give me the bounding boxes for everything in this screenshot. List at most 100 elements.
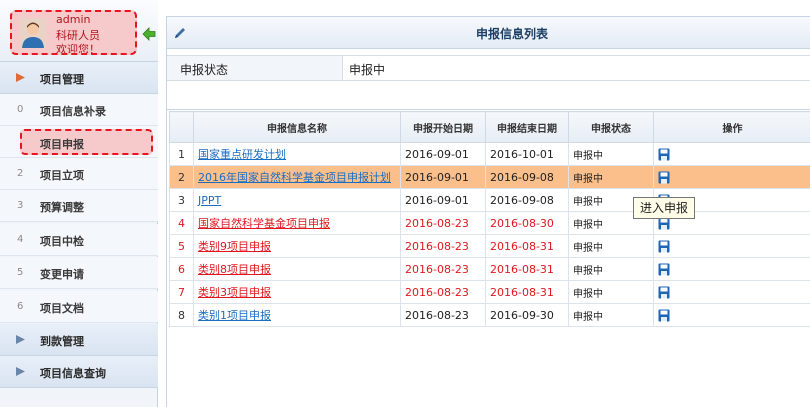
- table-row[interactable]: 1 国家重点研发计划 2016-09-01 2016-10-01 申报中: [169, 142, 810, 166]
- sidebar-item-project-docs[interactable]: 6 项目文档: [0, 291, 158, 323]
- row-name-cell: 类别8项目申报: [193, 257, 401, 281]
- sidebar-item-label: 项目中检: [40, 235, 84, 248]
- column-header-action: 操作: [653, 111, 810, 143]
- row-index: 1: [169, 142, 194, 166]
- declaration-link[interactable]: 类别3项目申报: [198, 286, 271, 299]
- column-header-status[interactable]: 申报状态: [568, 111, 654, 143]
- row-action-cell: [653, 234, 810, 258]
- row-name-cell: 类别1项目申报: [193, 303, 401, 327]
- sidebar-item-label: 项目文档: [40, 302, 84, 315]
- declaration-table: 申报信息名称 申报开始日期 申报结束日期 申报状态 操作 1 国家重点研发计划 …: [169, 111, 810, 327]
- column-header-name[interactable]: 申报信息名称: [193, 111, 401, 143]
- row-action-cell: [653, 142, 810, 166]
- save-icon[interactable]: [658, 240, 670, 253]
- row-index: 2: [169, 165, 194, 189]
- row-name-cell: 2016年国家自然科学基金项目申报计划: [193, 165, 401, 189]
- user-welcome: 欢迎您！: [56, 43, 100, 53]
- row-status: 申报中: [568, 280, 654, 304]
- sidebar-item-number: 0: [17, 104, 24, 115]
- declaration-link[interactable]: JPPT: [198, 194, 221, 207]
- row-status: 申报中: [568, 234, 654, 258]
- row-name-cell: 类别9项目申报: [193, 234, 401, 258]
- row-start-date: 2016-08-23: [400, 234, 486, 258]
- filter-row: 申报状态 申报中: [167, 55, 810, 81]
- save-icon[interactable]: [658, 263, 670, 276]
- sidebar-item-number: 6: [17, 301, 24, 312]
- sidebar-item-change-request[interactable]: 5 变更申请: [0, 257, 158, 289]
- main-panel: 申报信息列表 申报状态 申报中 申报信息名称 申报开始日期 申报结束日期 申报状…: [166, 16, 810, 407]
- user-avatar-icon: [20, 18, 46, 48]
- row-name-cell: 类别3项目申报: [193, 280, 401, 304]
- table-row[interactable]: 8 类别1项目申报 2016-08-23 2016-09-30 申报中: [169, 303, 810, 327]
- sidebar-item-label: 变更申请: [40, 268, 84, 281]
- row-start-date: 2016-08-23: [400, 257, 486, 281]
- user-name: admin: [56, 13, 91, 26]
- table-row[interactable]: 6 类别8项目申报 2016-08-23 2016-08-31 申报中: [169, 257, 810, 281]
- table-row[interactable]: 7 类别3项目申报 2016-08-23 2016-08-31 申报中: [169, 280, 810, 304]
- arrow-right-icon: [16, 73, 25, 82]
- arrow-right-icon: [16, 335, 25, 344]
- row-end-date: 2016-10-01: [485, 142, 569, 166]
- declaration-link[interactable]: 类别8项目申报: [198, 263, 271, 276]
- declaration-link[interactable]: 2016年国家自然科学基金项目申报计划: [198, 171, 391, 184]
- table-header-row: 申报信息名称 申报开始日期 申报结束日期 申报状态 操作: [169, 111, 810, 143]
- save-icon[interactable]: [658, 286, 670, 299]
- sidebar-item-number: 5: [17, 267, 24, 278]
- row-status: 申报中: [568, 142, 654, 166]
- sidebar-item-label: 项目信息补录: [40, 105, 106, 118]
- row-index: 6: [169, 257, 194, 281]
- page-title: 申报信息列表: [475, 27, 548, 41]
- row-start-date: 2016-09-01: [400, 188, 486, 212]
- column-header-start-date[interactable]: 申报开始日期: [400, 111, 486, 143]
- declaration-link[interactable]: 国家自然科学基金项目申报: [198, 217, 330, 230]
- sidebar: admin 科研人员 欢迎您！ 项目管理 0 项目信息补录 项目申报 2 项目立…: [0, 0, 158, 407]
- column-header-end-date[interactable]: 申报结束日期: [485, 111, 569, 143]
- status-filter-field[interactable]: 申报中: [342, 56, 810, 80]
- row-name-cell: JPPT: [193, 188, 401, 212]
- save-icon[interactable]: [658, 148, 670, 161]
- divider: [167, 109, 810, 110]
- save-icon[interactable]: [658, 171, 670, 184]
- sidebar-group-info-query[interactable]: 项目信息查询: [0, 356, 158, 388]
- row-start-date: 2016-08-23: [400, 211, 486, 235]
- sidebar-group-payment-management[interactable]: 到款管理: [0, 324, 158, 356]
- sidebar-item-budget-adjust[interactable]: 3 预算调整: [0, 190, 158, 222]
- row-end-date: 2016-08-31: [485, 257, 569, 281]
- row-index: 7: [169, 280, 194, 304]
- filter-label: 申报状态: [180, 63, 229, 77]
- sidebar-item-number: 3: [17, 200, 24, 211]
- row-index: 8: [169, 303, 194, 327]
- row-start-date: 2016-08-23: [400, 280, 486, 304]
- sidebar-group-project-management[interactable]: 项目管理: [0, 62, 158, 94]
- sidebar-group-label: 项目管理: [40, 73, 84, 86]
- row-end-date: 2016-08-30: [485, 211, 569, 235]
- sidebar-item-project-declaration[interactable]: 项目申报: [20, 129, 153, 155]
- row-end-date: 2016-09-08: [485, 188, 569, 212]
- row-name-cell: 国家重点研发计划: [193, 142, 401, 166]
- tooltip-enter-declaration: 进入申报: [633, 197, 695, 219]
- arrow-left-icon[interactable]: [142, 27, 156, 41]
- row-action-cell: [653, 165, 810, 189]
- sidebar-item-info-supplement[interactable]: 0 项目信息补录: [0, 94, 158, 126]
- sidebar-item-label: 项目立项: [40, 169, 84, 182]
- table-row[interactable]: 3 JPPT 2016-09-01 2016-09-08 申报中: [169, 188, 810, 212]
- row-name-cell: 国家自然科学基金项目申报: [193, 211, 401, 235]
- table-row[interactable]: 4 国家自然科学基金项目申报 2016-08-23 2016-08-30 申报中: [169, 211, 810, 235]
- sidebar-group-label: 项目信息查询: [40, 367, 106, 380]
- user-card: admin 科研人员 欢迎您！: [10, 10, 137, 55]
- save-icon[interactable]: [658, 309, 670, 322]
- row-end-date: 2016-09-08: [485, 165, 569, 189]
- arrow-right-icon: [16, 367, 25, 376]
- row-end-date: 2016-08-31: [485, 234, 569, 258]
- user-box: admin 科研人员 欢迎您！: [0, 0, 158, 62]
- table-row[interactable]: 5 类别9项目申报 2016-08-23 2016-08-31 申报中: [169, 234, 810, 258]
- sidebar-item-project-approval[interactable]: 2 项目立项: [0, 158, 158, 190]
- sidebar-item-midterm-check[interactable]: 4 项目中检: [0, 224, 158, 256]
- row-action-cell: [653, 303, 810, 327]
- declaration-link[interactable]: 国家重点研发计划: [198, 148, 286, 161]
- row-start-date: 2016-09-01: [400, 165, 486, 189]
- declaration-link[interactable]: 类别1项目申报: [198, 309, 271, 322]
- declaration-link[interactable]: 类别9项目申报: [198, 240, 271, 253]
- table-row[interactable]: 2 2016年国家自然科学基金项目申报计划 2016-09-01 2016-09…: [169, 165, 810, 189]
- row-action-cell: [653, 280, 810, 304]
